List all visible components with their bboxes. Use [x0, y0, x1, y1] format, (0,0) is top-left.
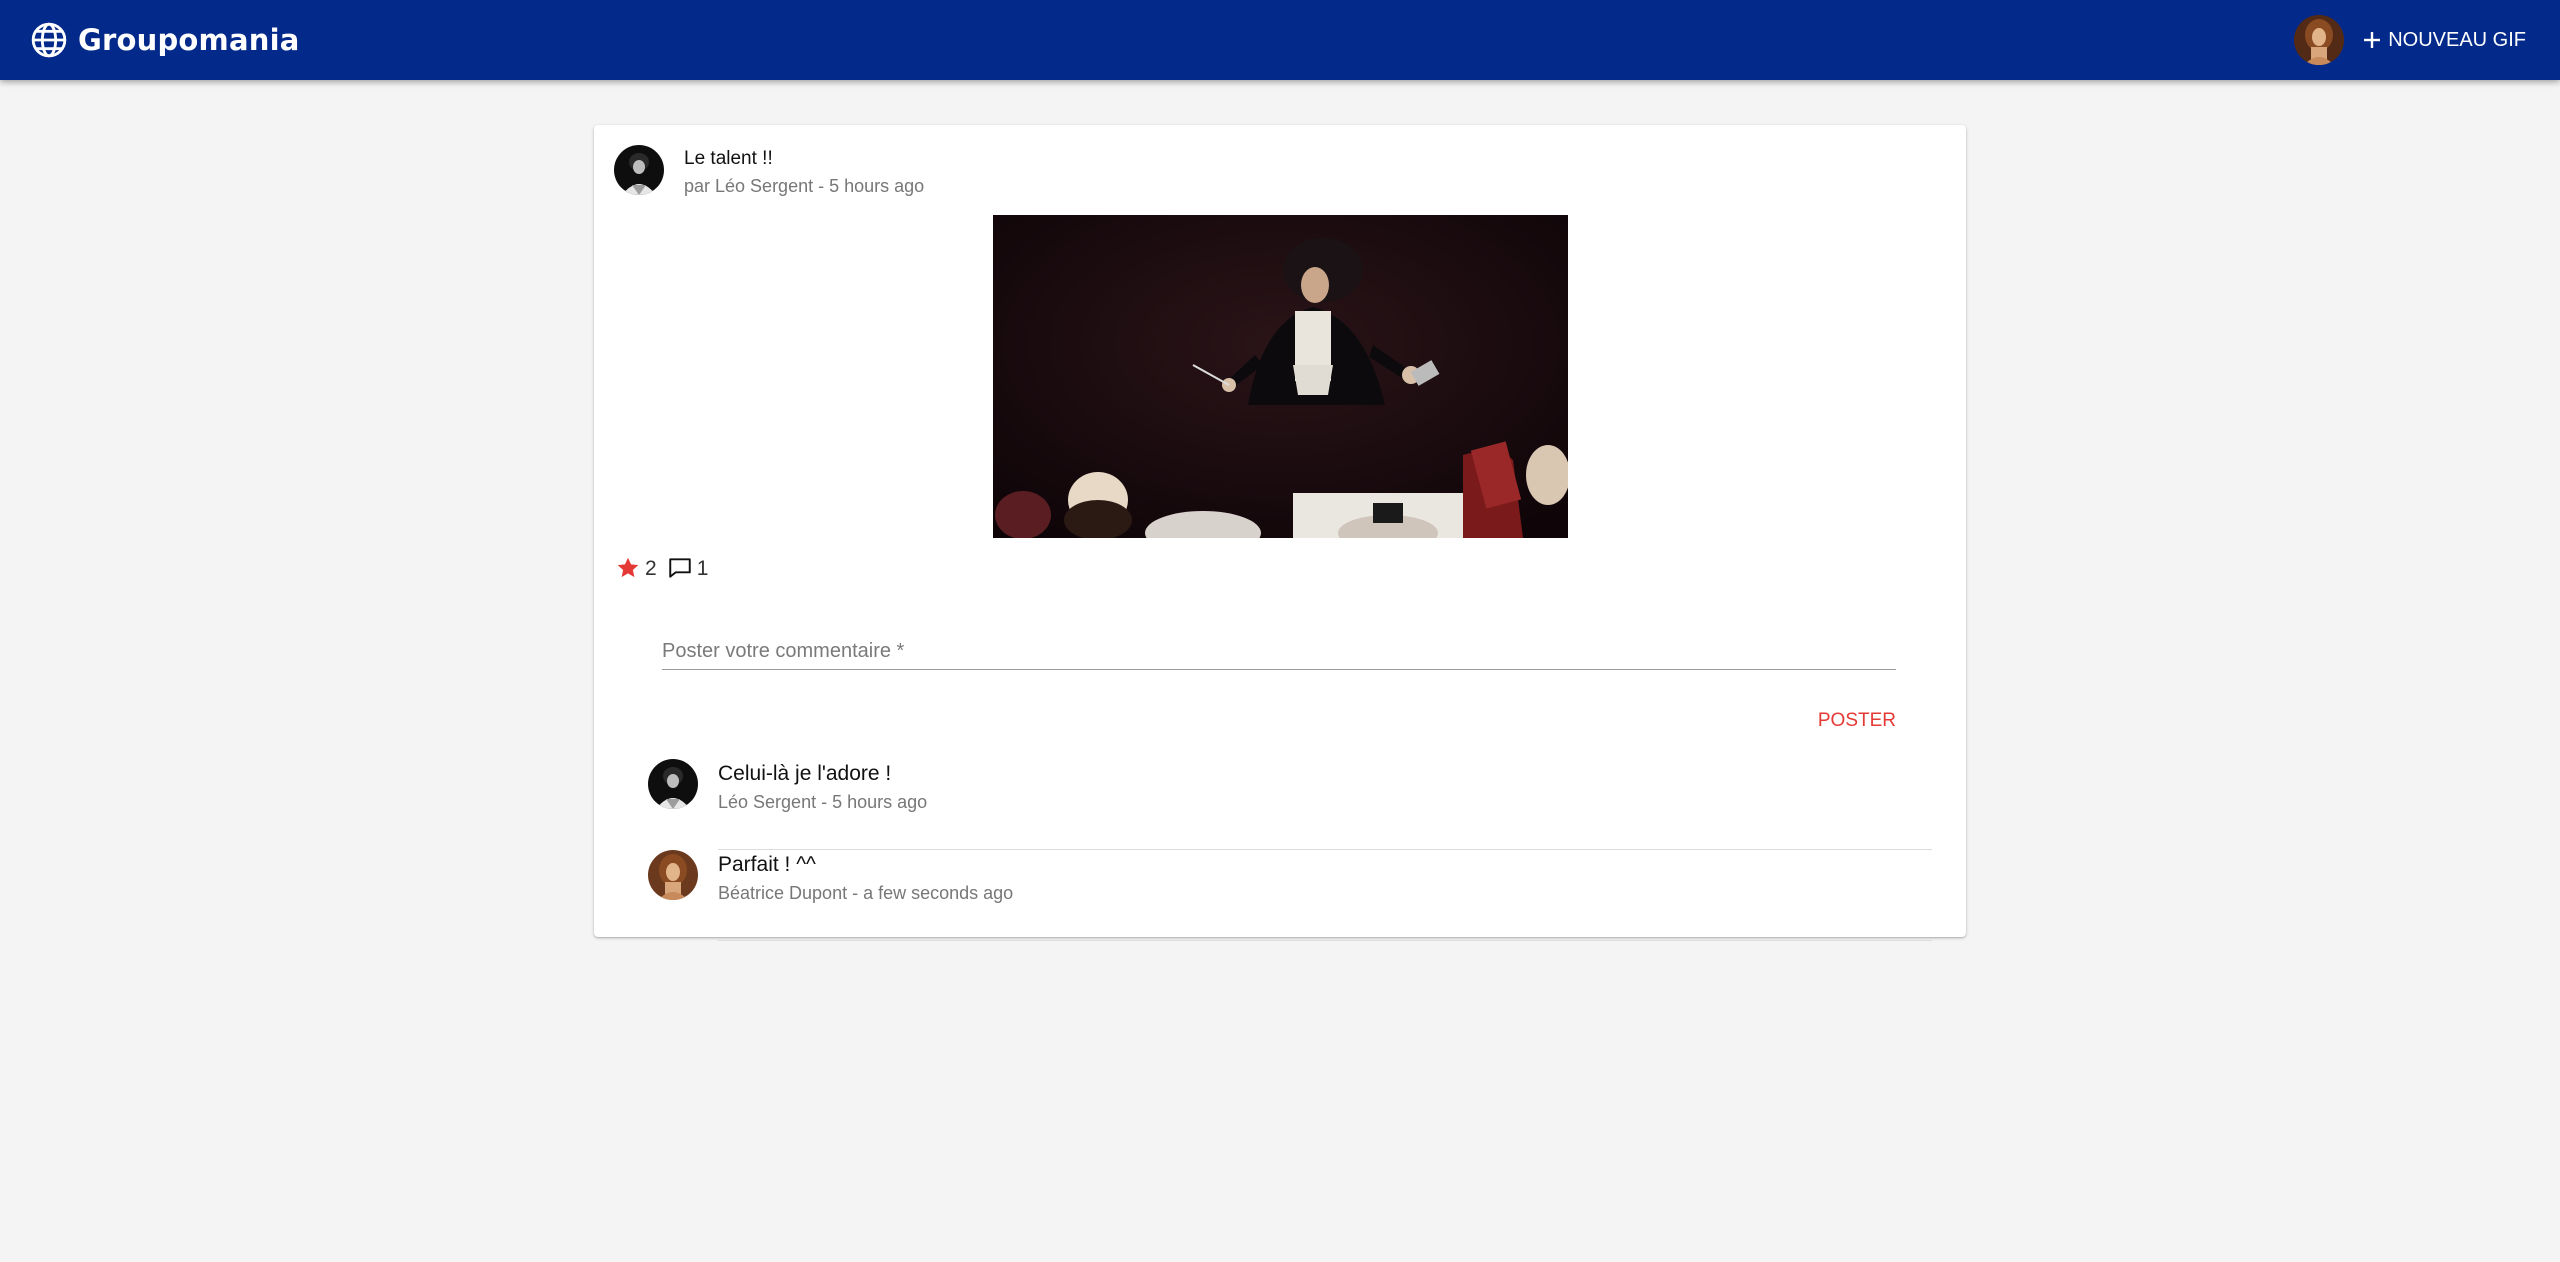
comment-list: Celui-là je l'adore ! Léo Sergent - 5 ho…: [648, 759, 1932, 941]
comment-author-avatar[interactable]: [648, 850, 698, 900]
app-bar: Groupomania NOUVEAU GIF: [0, 0, 2560, 80]
comment-text: Parfait ! ^^: [718, 853, 816, 876]
new-gif-label: NOUVEAU GIF: [2388, 28, 2526, 51]
star-icon: [617, 557, 639, 578]
comments-stat[interactable]: 1: [667, 555, 709, 581]
comment-form: POSTER: [662, 630, 1896, 731]
new-gif-button[interactable]: NOUVEAU GIF: [2358, 23, 2530, 58]
globe-icon: [31, 22, 67, 58]
post-stats: 2 1: [615, 555, 708, 581]
likes-stat[interactable]: 2: [615, 555, 657, 581]
post-author-avatar[interactable]: [614, 145, 664, 195]
post-title: Le talent !!: [684, 148, 773, 169]
comment-meta: Béatrice Dupont - a few seconds ago: [718, 883, 1014, 903]
comment-icon: [668, 558, 691, 578]
post-gif[interactable]: [993, 215, 1568, 538]
comment-text: Celui-là je l'adore !: [718, 762, 892, 785]
plus-icon: [2364, 32, 2381, 48]
brand[interactable]: Groupomania: [30, 21, 300, 59]
comment-item: Celui-là je l'adore ! Léo Sergent - 5 ho…: [648, 759, 1932, 850]
post-meta: par Léo Sergent - 5 hours ago: [684, 176, 925, 196]
post-card: Le talent !! par Léo Sergent - 5 hours a…: [594, 125, 1966, 941]
comments-count: 1: [696, 557, 709, 580]
likes-count: 2: [645, 557, 657, 580]
brand-name: Groupomania: [78, 23, 300, 57]
comment-author-avatar[interactable]: [648, 759, 698, 809]
comment-meta: Léo Sergent - 5 hours ago: [718, 792, 928, 812]
comment-item: Parfait ! ^^ Béatrice Dupont - a few sec…: [648, 850, 1932, 941]
user-avatar[interactable]: [2294, 15, 2345, 65]
comment-input[interactable]: [662, 630, 1896, 670]
poster-button[interactable]: POSTER: [1818, 710, 1896, 732]
post-header: Le talent !! par Léo Sergent - 5 hours a…: [614, 145, 924, 197]
